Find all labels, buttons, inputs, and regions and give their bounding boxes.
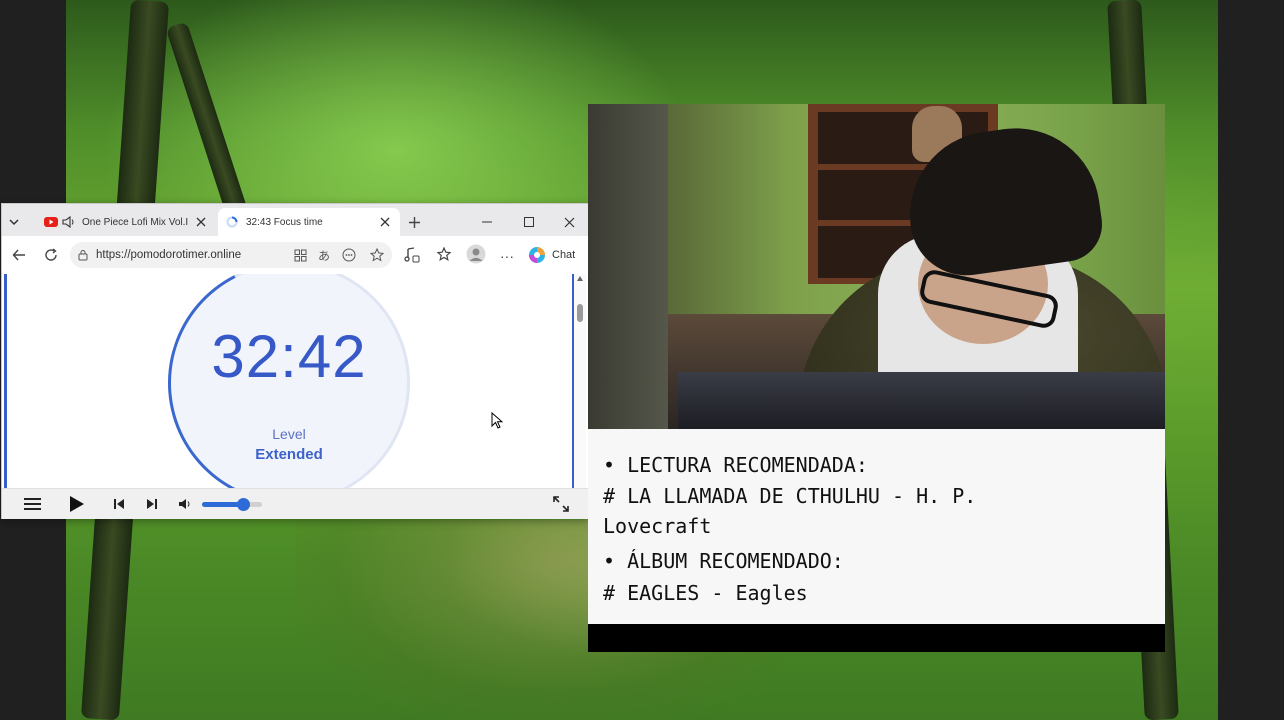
close-icon bbox=[564, 217, 575, 228]
fullscreen-icon[interactable] bbox=[553, 496, 569, 512]
back-icon[interactable] bbox=[12, 248, 26, 262]
url-text: https://pomodorotimer.online bbox=[96, 249, 242, 261]
favorite-star-icon[interactable] bbox=[370, 248, 384, 262]
address-bar[interactable]: https://pomodorotimer.online あ bbox=[70, 242, 392, 268]
volume-knob[interactable] bbox=[236, 498, 250, 511]
copilot-icon bbox=[528, 246, 546, 264]
next-icon[interactable] bbox=[147, 499, 157, 509]
volume-icon[interactable] bbox=[178, 498, 192, 510]
apps-icon[interactable] bbox=[294, 249, 307, 262]
tab-list-button[interactable] bbox=[8, 208, 30, 236]
reading-title: # LA LLAMADA DE CTHULHU - H. P. bbox=[603, 484, 977, 508]
tab-title: 32:43 Focus time bbox=[246, 216, 323, 228]
tab-focus-time[interactable]: 32:43 Focus time bbox=[218, 208, 400, 236]
close-window-button[interactable] bbox=[564, 208, 580, 236]
more-options-icon[interactable] bbox=[342, 248, 356, 262]
settings-menu-icon[interactable]: ··· bbox=[500, 248, 514, 264]
loading-spinner-icon bbox=[226, 216, 238, 228]
player-bar bbox=[2, 488, 588, 519]
browser-toolbar: https://pomodorotimer.online あ ··· Chat bbox=[2, 236, 588, 275]
copilot-chat-button[interactable]: Chat bbox=[528, 243, 584, 267]
panel-footer-band bbox=[588, 624, 1165, 652]
previous-icon[interactable] bbox=[114, 499, 124, 509]
tab-lofi-mix[interactable]: One Piece Lofi Mix Vol.I bbox=[38, 208, 214, 236]
speaker-icon[interactable] bbox=[62, 216, 76, 228]
translate-icon[interactable]: あ bbox=[318, 247, 330, 264]
play-icon[interactable] bbox=[69, 495, 85, 513]
recommendations-panel: • LECTURA RECOMENDADA: # LA LLAMADA DE C… bbox=[588, 429, 1165, 624]
level-value: Extended bbox=[255, 446, 323, 463]
scrollbar-thumb[interactable] bbox=[577, 304, 583, 322]
progress-edge-left bbox=[4, 274, 7, 488]
minimize-icon bbox=[482, 217, 492, 227]
profile-avatar-icon[interactable] bbox=[466, 244, 486, 264]
maximize-icon bbox=[524, 217, 534, 227]
chat-label: Chat bbox=[552, 249, 576, 261]
reading-author: Lovecraft bbox=[603, 514, 712, 538]
reading-heading: • LECTURA RECOMENDADA: bbox=[603, 453, 868, 477]
chevron-down-icon bbox=[8, 216, 20, 228]
media-control-icon[interactable] bbox=[404, 247, 420, 263]
plus-icon bbox=[408, 216, 421, 229]
right-border bbox=[1218, 0, 1284, 720]
minimize-button[interactable] bbox=[482, 208, 498, 236]
lock-icon[interactable] bbox=[78, 249, 88, 261]
page-content: 32:42 Level Extended bbox=[2, 274, 588, 488]
menu-icon[interactable] bbox=[24, 497, 41, 511]
level-label: Level bbox=[272, 426, 306, 442]
youtube-icon bbox=[44, 217, 58, 227]
monitor-edge bbox=[678, 372, 1165, 429]
close-tab-icon[interactable] bbox=[196, 217, 206, 227]
wardrobe bbox=[588, 104, 668, 429]
new-tab-button[interactable] bbox=[408, 208, 428, 236]
tab-bar: One Piece Lofi Mix Vol.I 32:43 Focus tim… bbox=[2, 204, 588, 236]
mouse-cursor-icon bbox=[491, 412, 503, 430]
favorites-icon[interactable] bbox=[436, 247, 452, 263]
volume-slider[interactable] bbox=[202, 498, 262, 511]
album-title: # EAGLES - Eagles bbox=[603, 581, 808, 605]
webcam-feed bbox=[588, 104, 1165, 429]
timer-display: 32:42 bbox=[211, 323, 367, 390]
close-tab-icon[interactable] bbox=[380, 217, 390, 227]
refresh-icon[interactable] bbox=[44, 248, 58, 262]
album-heading: • ÁLBUM RECOMENDADO: bbox=[603, 549, 844, 573]
scrollbar[interactable] bbox=[574, 274, 586, 488]
browser-window: One Piece Lofi Mix Vol.I 32:43 Focus tim… bbox=[1, 203, 589, 519]
maximize-button[interactable] bbox=[524, 208, 540, 236]
tab-title: One Piece Lofi Mix Vol.I bbox=[82, 216, 189, 228]
